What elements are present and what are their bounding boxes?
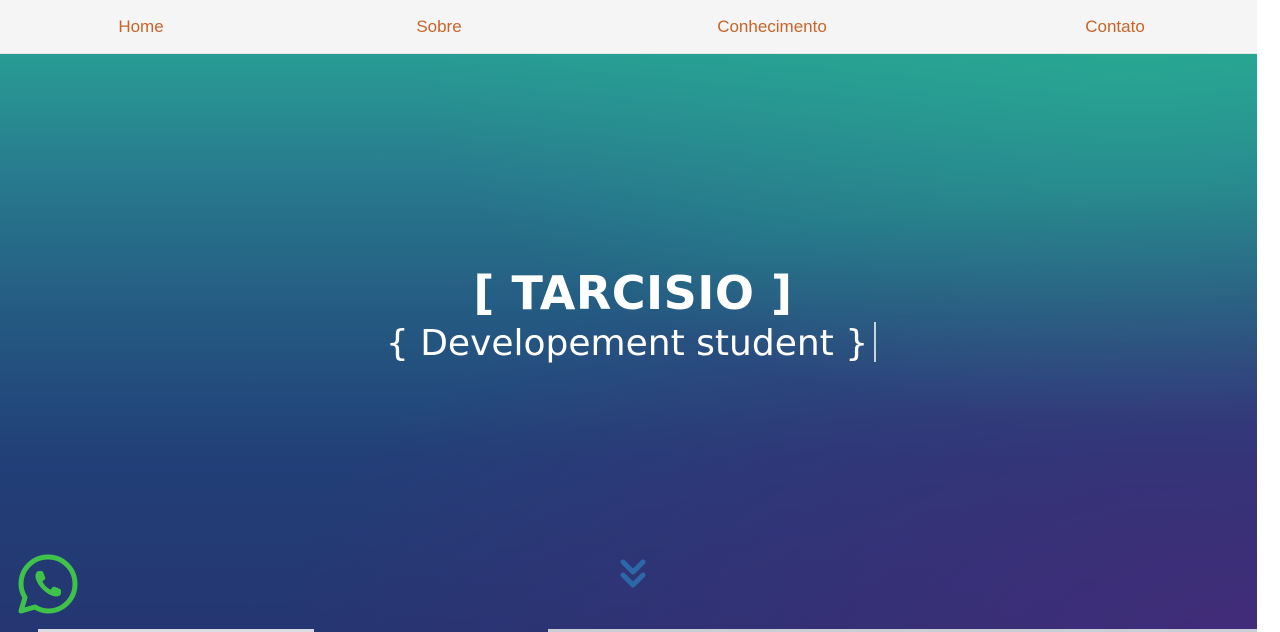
hero-title: [ TARCISIO ] bbox=[473, 266, 793, 320]
page: Home Sobre Conhecimento Contato [ TARCIS… bbox=[0, 0, 1280, 632]
page-scrollbar[interactable] bbox=[1257, 0, 1280, 632]
whatsapp-button[interactable] bbox=[16, 552, 80, 616]
nav-link-contato[interactable]: Contato bbox=[1085, 0, 1145, 53]
top-navbar: Home Sobre Conhecimento Contato bbox=[0, 0, 1257, 54]
nav-link-conhecimento[interactable]: Conhecimento bbox=[717, 0, 827, 53]
whatsapp-icon bbox=[18, 554, 78, 614]
typing-cursor bbox=[874, 322, 877, 362]
hero-section: [ TARCISIO ] { Developement student } bbox=[0, 54, 1257, 632]
hero-subtitle-line: { Developement student } bbox=[0, 322, 1257, 364]
nav-link-home[interactable]: Home bbox=[118, 0, 163, 53]
chevron-double-down-icon bbox=[620, 559, 646, 588]
hero-subtitle: { Developement student } bbox=[385, 323, 869, 364]
scroll-down-button[interactable] bbox=[618, 558, 648, 592]
nav-link-sobre[interactable]: Sobre bbox=[416, 0, 461, 53]
